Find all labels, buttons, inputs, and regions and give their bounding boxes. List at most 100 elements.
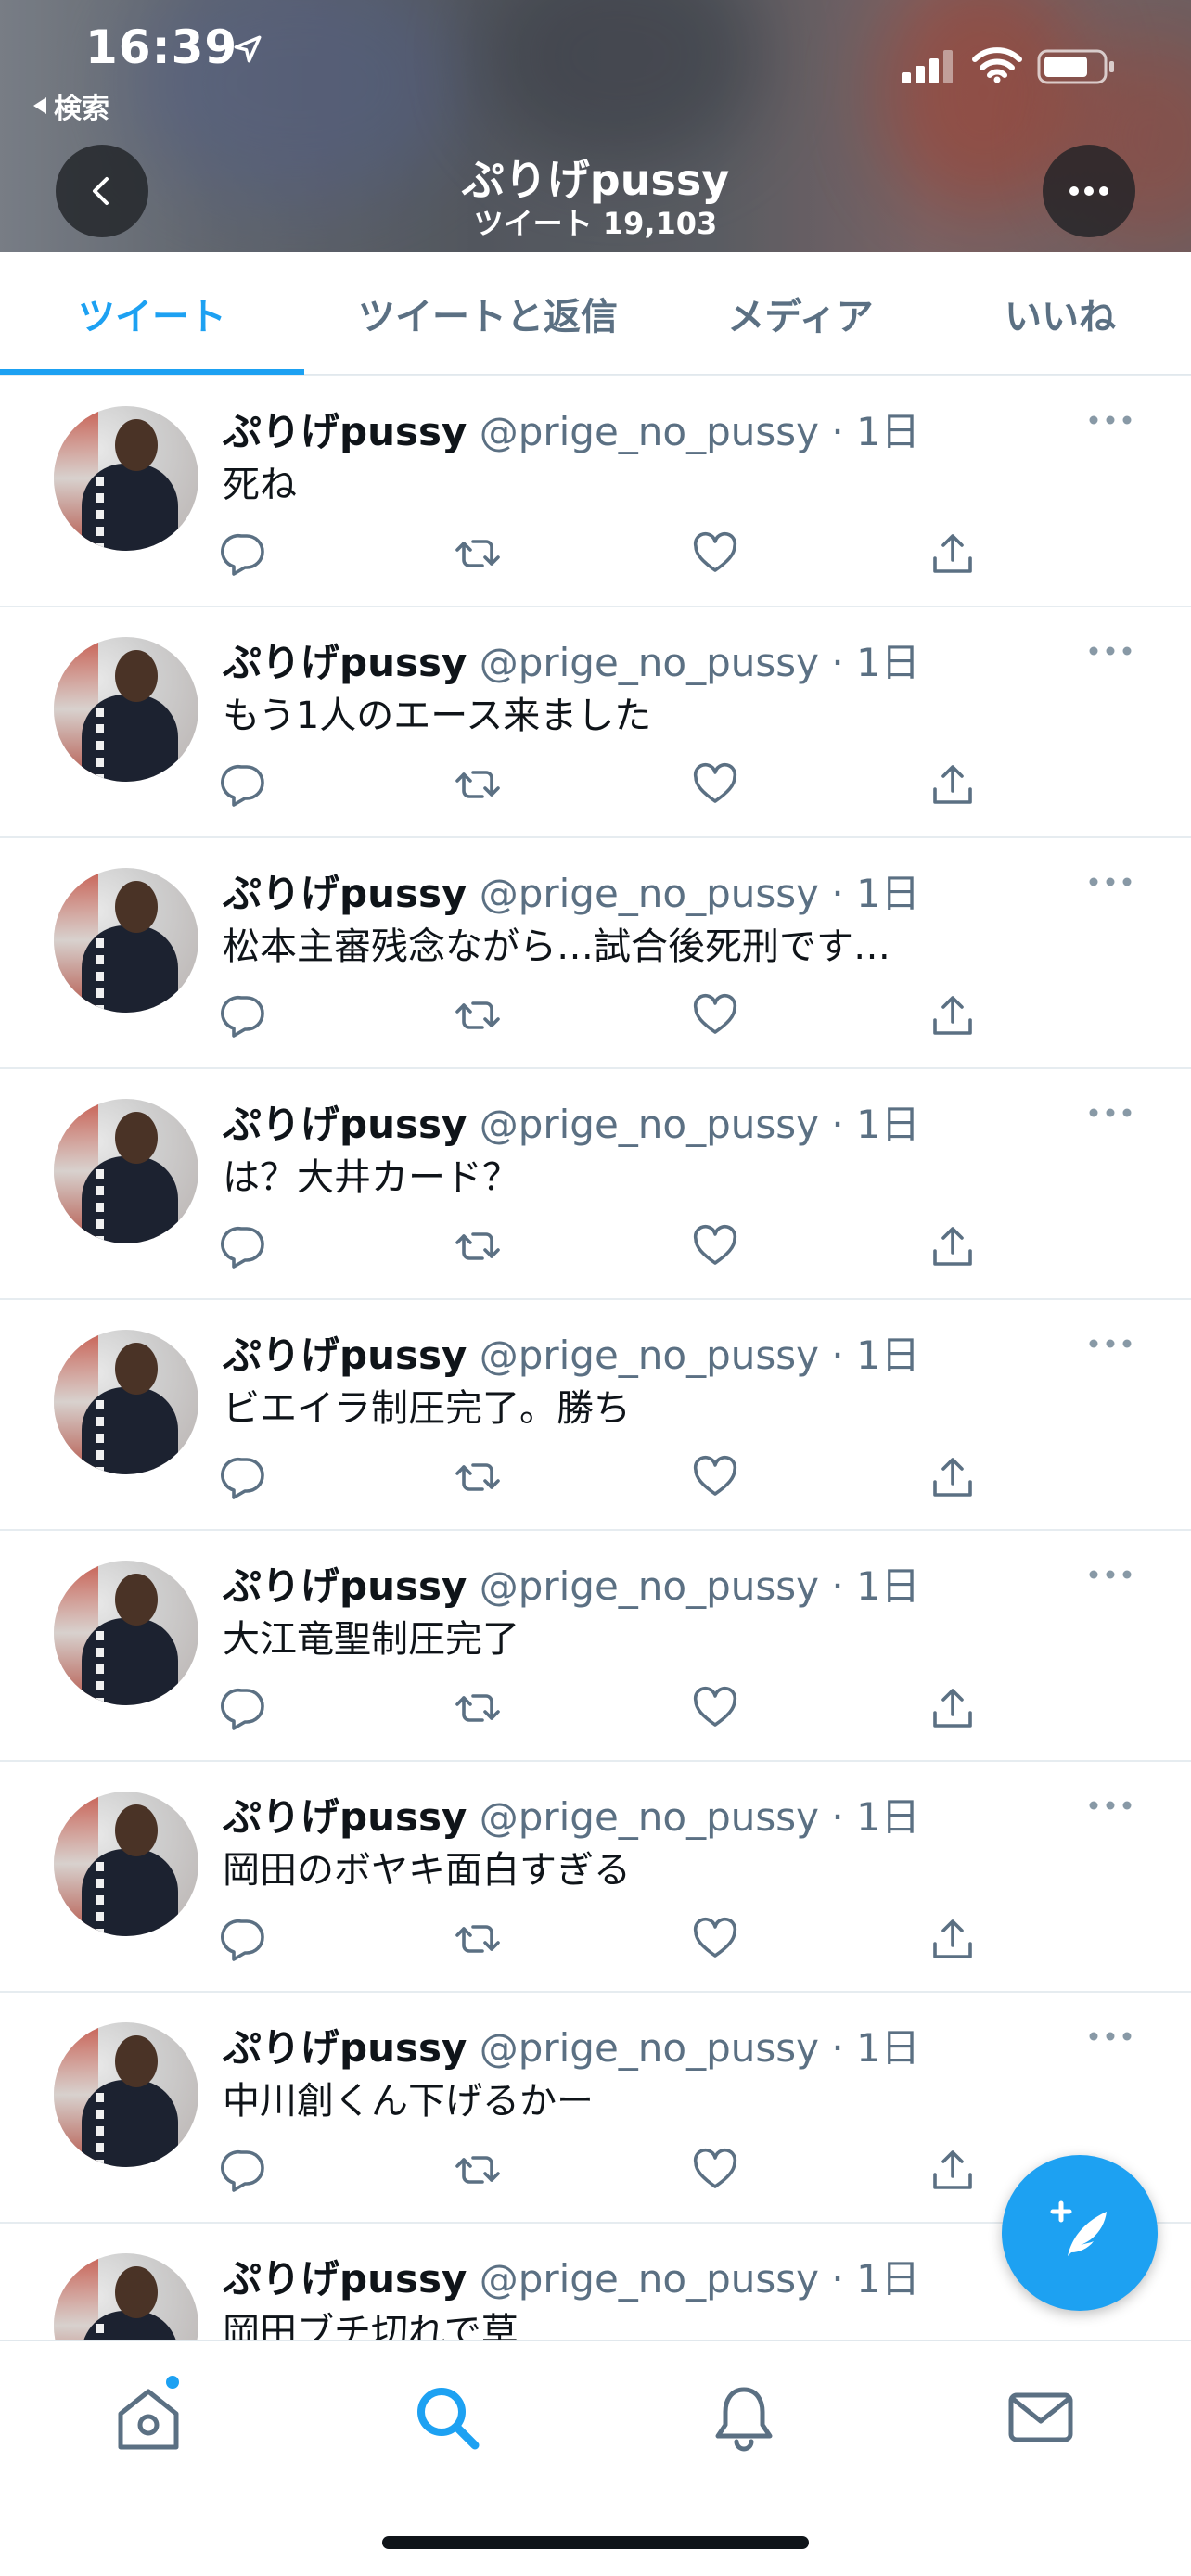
compose-tweet-icon [1050, 2200, 1107, 2256]
tweet[interactable]: ぷりげpussy @prige_no_pussy · 1日 は？大井カード？ [0, 1067, 1191, 1298]
tweet-author-name[interactable]: ぷりげpussy [223, 1563, 467, 1609]
tweet-author-name[interactable]: ぷりげpussy [223, 640, 467, 685]
home-indicator [382, 2536, 809, 2549]
home-icon[interactable] [113, 2382, 184, 2453]
heart-icon[interactable] [692, 1916, 738, 1962]
share-icon[interactable] [929, 1916, 976, 1962]
avatar[interactable] [54, 1099, 198, 1243]
share-icon[interactable] [929, 1685, 976, 1731]
reply-icon[interactable] [221, 1223, 267, 1269]
retweet-icon[interactable] [455, 761, 501, 808]
tweet-feed[interactable]: ぷりげpussy @prige_no_pussy · 1日 死ね ぷりげpuss… [0, 375, 1191, 2340]
tab-media[interactable]: メディア [672, 252, 929, 375]
tweet-more-icon[interactable] [1087, 1568, 1133, 1581]
search-icon[interactable] [412, 2382, 482, 2453]
tweet-author-name[interactable]: ぷりげpussy [223, 2025, 467, 2071]
reply-icon[interactable] [221, 1454, 267, 1500]
tweet-author-name[interactable]: ぷりげpussy [223, 409, 467, 454]
tweet-author-name[interactable]: ぷりげpussy [223, 1794, 467, 1840]
avatar[interactable] [54, 2022, 198, 2167]
share-icon[interactable] [929, 2147, 976, 2193]
avatar[interactable] [54, 1792, 198, 1936]
tweet-author-name[interactable]: ぷりげpussy [223, 1102, 467, 1147]
mail-icon[interactable] [1005, 2382, 1076, 2453]
profile-name: ぷりげpussy [461, 155, 730, 205]
tweet-text: は？大井カード？ [223, 1156, 519, 1199]
retweet-icon[interactable] [455, 1454, 501, 1500]
avatar[interactable] [54, 406, 198, 551]
compose-tweet-button[interactable] [1002, 2155, 1158, 2311]
retweet-icon[interactable] [455, 530, 501, 577]
tweet-more-icon[interactable] [1087, 644, 1133, 657]
more-options-button[interactable] [1043, 145, 1135, 237]
tweet-count: ツイート 19,103 [473, 206, 718, 241]
reply-icon[interactable] [221, 992, 267, 1039]
avatar[interactable] [54, 2253, 198, 2340]
tweet[interactable]: ぷりげpussy @prige_no_pussy · 1日 死ね [0, 375, 1191, 606]
tweet-more-icon[interactable] [1087, 1337, 1133, 1350]
tweet-more-icon[interactable] [1087, 875, 1133, 888]
tweet-timestamp: 1日 [856, 2256, 920, 2302]
tweet-author-name[interactable]: ぷりげpussy [223, 1333, 467, 1378]
ellipsis-icon [1069, 186, 1108, 196]
avatar[interactable] [54, 868, 198, 1013]
share-icon[interactable] [929, 761, 976, 808]
tweet-more-icon[interactable] [1087, 1799, 1133, 1812]
reply-icon[interactable] [221, 1685, 267, 1731]
reply-icon[interactable] [221, 761, 267, 808]
tweet-timestamp: 1日 [856, 1333, 920, 1378]
heart-icon[interactable] [692, 761, 738, 808]
tweet-more-icon[interactable] [1087, 1106, 1133, 1119]
retweet-icon[interactable] [455, 2147, 501, 2193]
tweet-text: 中川創くん下げるかー [223, 2080, 594, 2123]
tab-tweets-and-replies[interactable]: ツイートと返信 [304, 252, 672, 375]
bell-icon[interactable] [709, 2382, 779, 2453]
tweet-more-icon[interactable] [1087, 2030, 1133, 2043]
tweet[interactable]: ぷりげpussy @prige_no_pussy · 1日 ビエイラ制圧完了。勝… [0, 1298, 1191, 1529]
profile-tabs: ツイート ツイートと返信 メディア いいね [0, 252, 1191, 375]
tweet[interactable]: ぷりげpussy @prige_no_pussy · 1日 大江竜聖制圧完了 [0, 1529, 1191, 1760]
tweet-header: ぷりげpussy @prige_no_pussy · 1日 [223, 1324, 920, 1381]
tweet-author-name[interactable]: ぷりげpussy [223, 2256, 467, 2302]
status-time: 16:39 [85, 20, 238, 74]
tab-tweets[interactable]: ツイート [0, 252, 304, 375]
tweet[interactable]: ぷりげpussy @prige_no_pussy · 1日 もう1人のエース来ま… [0, 606, 1191, 836]
heart-icon[interactable] [692, 1454, 738, 1500]
heart-icon[interactable] [692, 1685, 738, 1731]
tweet-timestamp: 1日 [856, 640, 920, 685]
share-icon[interactable] [929, 530, 976, 577]
tweet[interactable]: ぷりげpussy @prige_no_pussy · 1日 岡田のボヤキ面白すぎ… [0, 1760, 1191, 1991]
retweet-icon[interactable] [455, 1916, 501, 1962]
tweet-header: ぷりげpussy @prige_no_pussy · 1日 [223, 1555, 920, 1612]
tweet-timestamp: 1日 [856, 409, 920, 454]
retweet-icon[interactable] [455, 1223, 501, 1269]
reply-icon[interactable] [221, 1916, 267, 1962]
tweet[interactable]: ぷりげpussy @prige_no_pussy · 1日 中川創くん下げるかー [0, 1991, 1191, 2222]
avatar[interactable] [54, 1330, 198, 1474]
heart-icon[interactable] [692, 1223, 738, 1269]
reply-icon[interactable] [221, 2147, 267, 2193]
tweet[interactable]: ぷりげpussy @prige_no_pussy · 1日 松本主審残念ながら…… [0, 836, 1191, 1067]
tweet-author-name[interactable]: ぷりげpussy [223, 871, 467, 916]
retweet-icon[interactable] [455, 992, 501, 1039]
tweet-actions [0, 761, 1191, 808]
heart-icon[interactable] [692, 2147, 738, 2193]
heart-icon[interactable] [692, 992, 738, 1039]
tweet-header: ぷりげpussy @prige_no_pussy · 1日 [223, 1786, 920, 1843]
tweet-header: ぷりげpussy @prige_no_pussy · 1日 [223, 862, 920, 919]
share-icon[interactable] [929, 1454, 976, 1500]
retweet-icon[interactable] [455, 1685, 501, 1731]
share-icon[interactable] [929, 992, 976, 1039]
share-icon[interactable] [929, 1223, 976, 1269]
tab-likes[interactable]: いいね [929, 252, 1191, 375]
back-to-app-link[interactable]: 検索 [33, 85, 109, 126]
tweet-more-icon[interactable] [1087, 414, 1133, 427]
avatar[interactable] [54, 637, 198, 782]
tweet-actions [0, 2147, 1191, 2193]
avatar[interactable] [54, 1561, 198, 1705]
reply-icon[interactable] [221, 530, 267, 577]
heart-icon[interactable] [692, 530, 738, 577]
wifi-icon [972, 47, 1022, 83]
tweet-author-handle: @prige_no_pussy · 1日 [479, 1102, 920, 1147]
tweet-actions [0, 530, 1191, 577]
